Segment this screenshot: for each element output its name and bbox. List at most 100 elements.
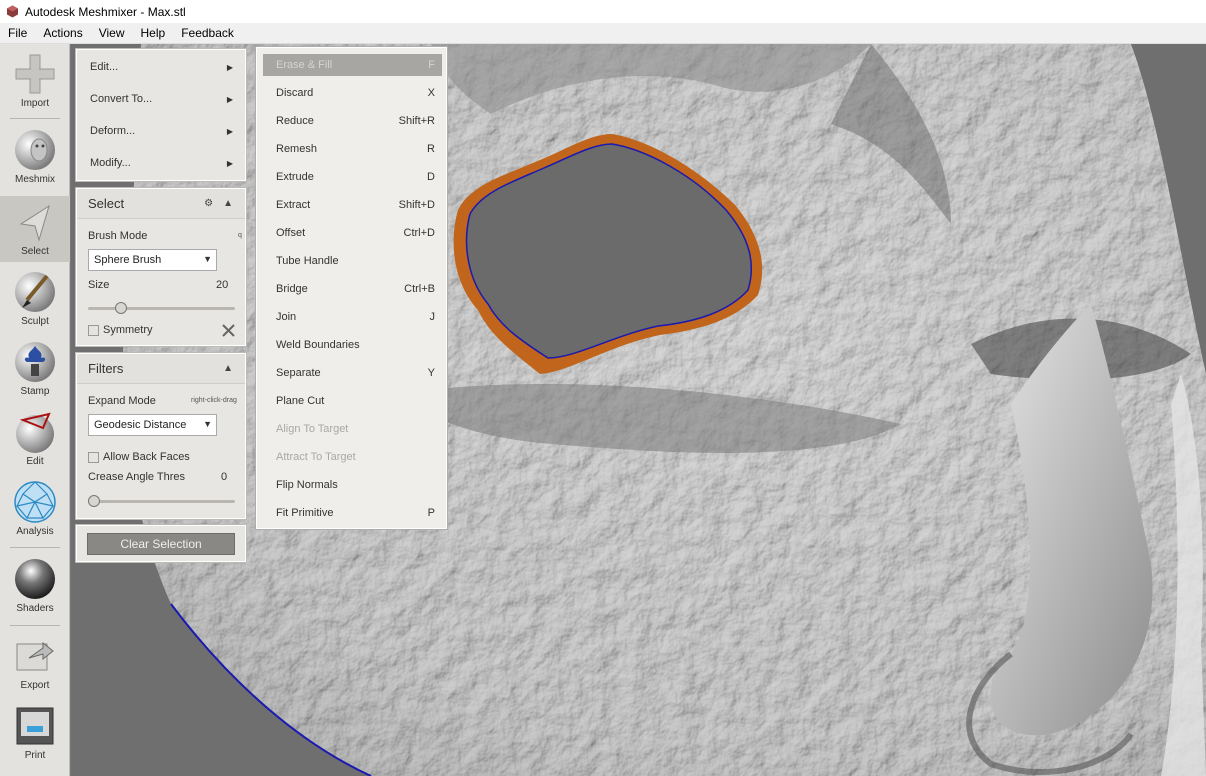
size-slider-thumb[interactable]: [115, 302, 127, 314]
submenu-edit-label: Edit...: [90, 61, 119, 73]
menu-item-shortcut: X: [427, 87, 435, 99]
tool-import[interactable]: Import: [0, 52, 70, 114]
crease-slider-track[interactable]: [88, 500, 235, 503]
menu-item-label: Join: [276, 311, 297, 323]
menu-item-shortcut: D: [427, 171, 435, 183]
menu-item-weld-boundaries[interactable]: Weld Boundaries: [263, 334, 442, 356]
toolbar-divider: [10, 118, 60, 119]
select-panel-header[interactable]: Select ⚙ ▲: [77, 189, 245, 219]
menu-item-shortcut: Y: [427, 367, 435, 379]
expand-mode-hint: right-click-drag: [191, 397, 237, 404]
collapse-up-icon[interactable]: ▲: [223, 363, 233, 374]
submenu-deform-label: Deform...: [90, 125, 136, 137]
menu-item-join[interactable]: Join J: [263, 306, 442, 328]
expand-mode-label: Expand Mode: [88, 395, 156, 407]
menu-help[interactable]: Help: [133, 26, 174, 40]
menu-file[interactable]: File: [0, 26, 35, 40]
menu-item-label: Fit Primitive: [276, 507, 334, 519]
size-label: Size: [88, 279, 110, 291]
tool-meshmix[interactable]: Meshmix: [0, 128, 70, 190]
menu-item-label: Offset: [276, 227, 306, 239]
tool-stamp[interactable]: Stamp: [0, 340, 70, 402]
submenu-modify-label: Modify...: [90, 157, 131, 169]
menu-item-flip-normals[interactable]: Flip Normals: [263, 474, 442, 496]
menu-item-shortcut: P: [427, 507, 435, 519]
tool-meshmix-label: Meshmix: [14, 174, 55, 185]
crease-slider-thumb[interactable]: [88, 495, 100, 507]
tool-export-label: Export: [20, 680, 50, 691]
menu-item-label: Discard: [276, 87, 314, 99]
tool-export[interactable]: Export: [0, 634, 70, 696]
tool-shaders[interactable]: Shaders: [0, 557, 70, 619]
menu-item-reduce[interactable]: Reduce Shift+R: [263, 110, 442, 132]
crease-angle-label: Crease Angle Thres: [88, 471, 186, 483]
collapse-up-icon[interactable]: ▲: [223, 198, 233, 209]
stamp-icon: [15, 342, 55, 382]
menu-item-align-to-target: Align To Target: [263, 418, 442, 440]
chevron-right-icon: ▶: [226, 94, 233, 104]
menu-item-extrude[interactable]: Extrude D: [263, 166, 442, 188]
tool-import-label: Import: [20, 98, 50, 109]
menu-item-label: Tube Handle: [276, 255, 339, 267]
submenu-convert-to[interactable]: Convert To... ▶: [77, 83, 245, 115]
select-panel-title: Select: [88, 196, 125, 211]
allow-back-faces-label: Allow Back Faces: [103, 451, 190, 463]
tool-analysis[interactable]: Analysis: [0, 480, 70, 542]
tool-print[interactable]: Print: [0, 704, 70, 766]
menu-feedback[interactable]: Feedback: [173, 26, 242, 40]
chevron-right-icon: ▶: [226, 126, 233, 136]
title-bar: Autodesk Meshmixer - Max.stl: [0, 0, 1206, 23]
submenu-edit[interactable]: Edit... ▶: [77, 51, 245, 83]
menu-item-label: Remesh: [276, 143, 317, 155]
submenu-deform[interactable]: Deform... ▶: [77, 115, 245, 147]
menu-item-fit-primitive[interactable]: Fit Primitive P: [263, 502, 442, 524]
clear-selection-button[interactable]: Clear Selection: [87, 533, 235, 555]
filters-panel: Filters ▲ Expand Mode right-click-drag G…: [76, 353, 246, 519]
menu-item-label: Extrude: [276, 171, 314, 183]
menu-item-discard[interactable]: Discard X: [263, 82, 442, 104]
gear-icon[interactable]: ⚙: [204, 198, 213, 209]
edit-submenu: Edit... ▶ Convert To... ▶ Deform... ▶ Modif…: [76, 49, 246, 181]
menu-item-remesh[interactable]: Remesh R: [263, 138, 442, 160]
expand-mode-dropdown[interactable]: Geodesic Distance ▼: [88, 414, 217, 436]
submenu-modify[interactable]: Modify... ▶: [77, 147, 245, 179]
menu-item-shortcut: Shift+R: [398, 115, 435, 127]
menu-item-bridge[interactable]: Bridge Ctrl+B: [263, 278, 442, 300]
menu-item-separate[interactable]: Separate Y: [263, 362, 442, 384]
menu-item-shortcut: Shift+D: [398, 199, 435, 211]
tool-edit-label: Edit: [26, 456, 44, 467]
chevron-right-icon: ▶: [226, 62, 233, 72]
menu-item-shortcut: R: [427, 143, 435, 155]
symmetry-tools-icon[interactable]: [221, 323, 236, 338]
menu-item-plane-cut[interactable]: Plane Cut: [263, 390, 442, 412]
brush-mode-dropdown[interactable]: Sphere Brush ▼: [88, 249, 217, 271]
menu-item-label: Erase & Fill: [276, 59, 333, 71]
chevron-right-icon: ▶: [226, 158, 233, 168]
menu-view[interactable]: View: [91, 26, 133, 40]
menu-item-extract[interactable]: Extract Shift+D: [263, 194, 442, 216]
tool-analysis-label: Analysis: [16, 526, 54, 537]
menu-item-label: Bridge: [276, 283, 308, 295]
tool-print-label: Print: [24, 750, 46, 761]
menu-actions[interactable]: Actions: [35, 26, 90, 40]
menu-item-offset[interactable]: Offset Ctrl+D: [263, 222, 442, 244]
symmetry-checkbox[interactable]: [88, 325, 99, 336]
menu-item-shortcut: Ctrl+B: [404, 283, 435, 295]
filters-panel-header[interactable]: Filters ▲: [77, 354, 245, 384]
menu-item-erase-fill[interactable]: Erase & Fill F: [263, 54, 442, 76]
menu-item-tube-handle[interactable]: Tube Handle: [263, 250, 442, 272]
chevron-down-icon: ▼: [203, 419, 212, 429]
menu-item-label: Flip Normals: [276, 479, 338, 491]
tool-select[interactable]: Select: [0, 196, 70, 262]
window-title: Autodesk Meshmixer - Max.stl: [25, 4, 186, 19]
tool-edit[interactable]: Edit: [0, 410, 70, 472]
edit-sphere-icon: [16, 412, 54, 453]
allow-back-faces-checkbox[interactable]: [88, 452, 99, 463]
crease-angle-value: 0: [221, 471, 228, 483]
menu-item-shortcut: J: [429, 311, 436, 323]
size-slider-track[interactable]: [88, 307, 235, 310]
menu-item-shortcut: F: [428, 59, 435, 71]
menu-item-label: Weld Boundaries: [276, 339, 360, 351]
tool-sculpt[interactable]: Sculpt: [0, 270, 70, 332]
print-icon: [16, 707, 54, 745]
